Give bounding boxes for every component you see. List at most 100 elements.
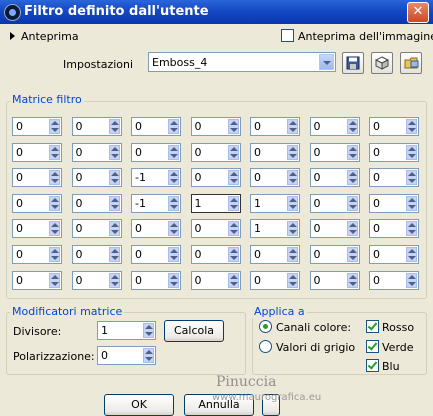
spinner-arrows-icon[interactable] (287, 247, 298, 262)
spinner-arrows-icon[interactable] (227, 221, 239, 237)
spinner-arrows-icon[interactable] (287, 119, 298, 134)
ok-button[interactable]: OK (104, 394, 174, 416)
spinner-arrows-icon[interactable] (406, 170, 417, 186)
matrix-cell[interactable]: 0 (369, 193, 419, 213)
divisor-input[interactable]: 1 (97, 321, 156, 340)
spinner-arrows-icon[interactable] (108, 119, 120, 134)
matrix-cell[interactable]: 0 (250, 245, 300, 264)
spinner-arrows-icon[interactable] (168, 195, 179, 211)
spinner-arrows-icon[interactable] (168, 170, 179, 186)
matrix-cell[interactable]: 0 (12, 117, 62, 136)
spinner-arrows-icon[interactable] (168, 119, 179, 134)
spinner-arrows-icon[interactable] (346, 195, 358, 211)
spinner-arrows-icon[interactable] (49, 119, 60, 134)
matrix-cell[interactable]: 0 (309, 245, 360, 264)
matrix-cell[interactable]: 1 (250, 219, 300, 239)
spinner-arrows-icon[interactable] (287, 221, 298, 237)
matrix-cell[interactable]: 0 (190, 270, 241, 290)
matrix-cell[interactable]: 0 (250, 117, 300, 136)
matrix-cell[interactable]: 0 (369, 142, 419, 162)
matrix-cell[interactable]: 0 (309, 117, 360, 136)
green-option[interactable]: Verde (366, 340, 414, 354)
red-checkbox[interactable] (366, 320, 379, 333)
matrix-cell[interactable]: 0 (71, 117, 122, 136)
spinner-arrows-icon[interactable] (406, 247, 417, 262)
save-preset-button[interactable] (342, 52, 364, 74)
matrix-cell[interactable]: 1 (250, 193, 300, 213)
spinner-arrows-icon[interactable] (227, 144, 239, 160)
spinner-arrows-icon[interactable] (346, 119, 358, 134)
close-button[interactable]: ✕ (407, 2, 429, 23)
matrix-cell[interactable]: 0 (250, 168, 300, 188)
matrix-cell[interactable]: 0 (131, 219, 181, 239)
blue-option[interactable]: Blu (366, 359, 400, 373)
spinner-arrows-icon[interactable] (108, 221, 120, 237)
spinner-arrows-icon[interactable] (108, 170, 120, 186)
spinner-arrows-icon[interactable] (227, 195, 239, 211)
matrix-cell[interactable]: 0 (12, 219, 62, 239)
matrix-cell[interactable]: 0 (71, 219, 122, 239)
matrix-cell[interactable]: 0 (131, 270, 181, 290)
spinner-arrows-icon[interactable] (143, 348, 154, 363)
spinner-arrows-icon[interactable] (143, 323, 154, 338)
blue-checkbox[interactable] (366, 359, 379, 372)
matrix-cell[interactable]: 0 (71, 142, 122, 162)
spinner-arrows-icon[interactable] (346, 221, 358, 237)
matrix-cell[interactable]: 0 (190, 219, 241, 239)
spinner-arrows-icon[interactable] (108, 195, 120, 211)
spinner-arrows-icon[interactable] (406, 221, 417, 237)
matrix-cell[interactable]: 0 (71, 168, 122, 188)
matrix-cell[interactable]: 0 (309, 219, 360, 239)
matrix-cell[interactable]: 0 (12, 193, 62, 213)
spinner-arrows-icon[interactable] (287, 144, 298, 160)
bias-input[interactable]: 0 (97, 346, 156, 365)
matrix-cell[interactable]: 0 (369, 245, 419, 264)
spinner-arrows-icon[interactable] (227, 247, 239, 262)
matrix-cell[interactable]: 1 (190, 193, 241, 213)
spinner-arrows-icon[interactable] (227, 170, 239, 186)
matrix-cell[interactable]: -1 (131, 193, 181, 213)
spinner-arrows-icon[interactable] (406, 195, 417, 211)
matrix-cell[interactable]: 0 (369, 270, 419, 290)
matrix-cell[interactable]: 0 (12, 168, 62, 188)
image-preview-checkbox[interactable] (281, 29, 294, 42)
spinner-arrows-icon[interactable] (49, 170, 60, 186)
matrix-cell[interactable]: 0 (309, 168, 360, 188)
spinner-arrows-icon[interactable] (49, 195, 60, 211)
matrix-cell[interactable]: 0 (190, 142, 241, 162)
chevron-down-icon[interactable] (319, 54, 334, 70)
green-checkbox[interactable] (366, 340, 379, 353)
spinner-arrows-icon[interactable] (168, 272, 179, 288)
matrix-cell[interactable]: 0 (369, 219, 419, 239)
spinner-arrows-icon[interactable] (49, 144, 60, 160)
spinner-arrows-icon[interactable] (168, 247, 179, 262)
color-channels-option[interactable]: Canali colore: (259, 320, 351, 334)
spinner-arrows-icon[interactable] (49, 272, 60, 288)
spinner-arrows-icon[interactable] (227, 272, 239, 288)
spinner-arrows-icon[interactable] (346, 272, 358, 288)
red-option[interactable]: Rosso (366, 320, 414, 334)
preview-toggle[interactable]: Anteprima (10, 30, 79, 43)
matrix-cell[interactable]: 0 (309, 270, 360, 290)
matrix-cell[interactable]: 0 (250, 142, 300, 162)
spinner-arrows-icon[interactable] (49, 221, 60, 237)
manage-presets-button[interactable] (400, 52, 422, 74)
spinner-arrows-icon[interactable] (168, 144, 179, 160)
matrix-cell[interactable]: 0 (369, 117, 419, 136)
spinner-arrows-icon[interactable] (406, 144, 417, 160)
matrix-cell[interactable]: 0 (12, 142, 62, 162)
image-preview-option[interactable]: Anteprima dell'immagine (281, 29, 433, 43)
spinner-arrows-icon[interactable] (108, 272, 120, 288)
matrix-cell[interactable]: 0 (131, 245, 181, 264)
spinner-arrows-icon[interactable] (346, 170, 358, 186)
matrix-cell[interactable]: 0 (250, 270, 300, 290)
spinner-arrows-icon[interactable] (227, 119, 239, 134)
grayscale-option[interactable]: Valori di grigio (259, 340, 355, 354)
calculate-button[interactable]: Calcola (164, 320, 224, 342)
spinner-arrows-icon[interactable] (406, 119, 417, 134)
spinner-arrows-icon[interactable] (108, 247, 120, 262)
color-channels-radio[interactable] (259, 320, 272, 333)
grayscale-radio[interactable] (259, 340, 272, 353)
matrix-cell[interactable]: 0 (369, 168, 419, 188)
matrix-cell[interactable]: 0 (131, 142, 181, 162)
